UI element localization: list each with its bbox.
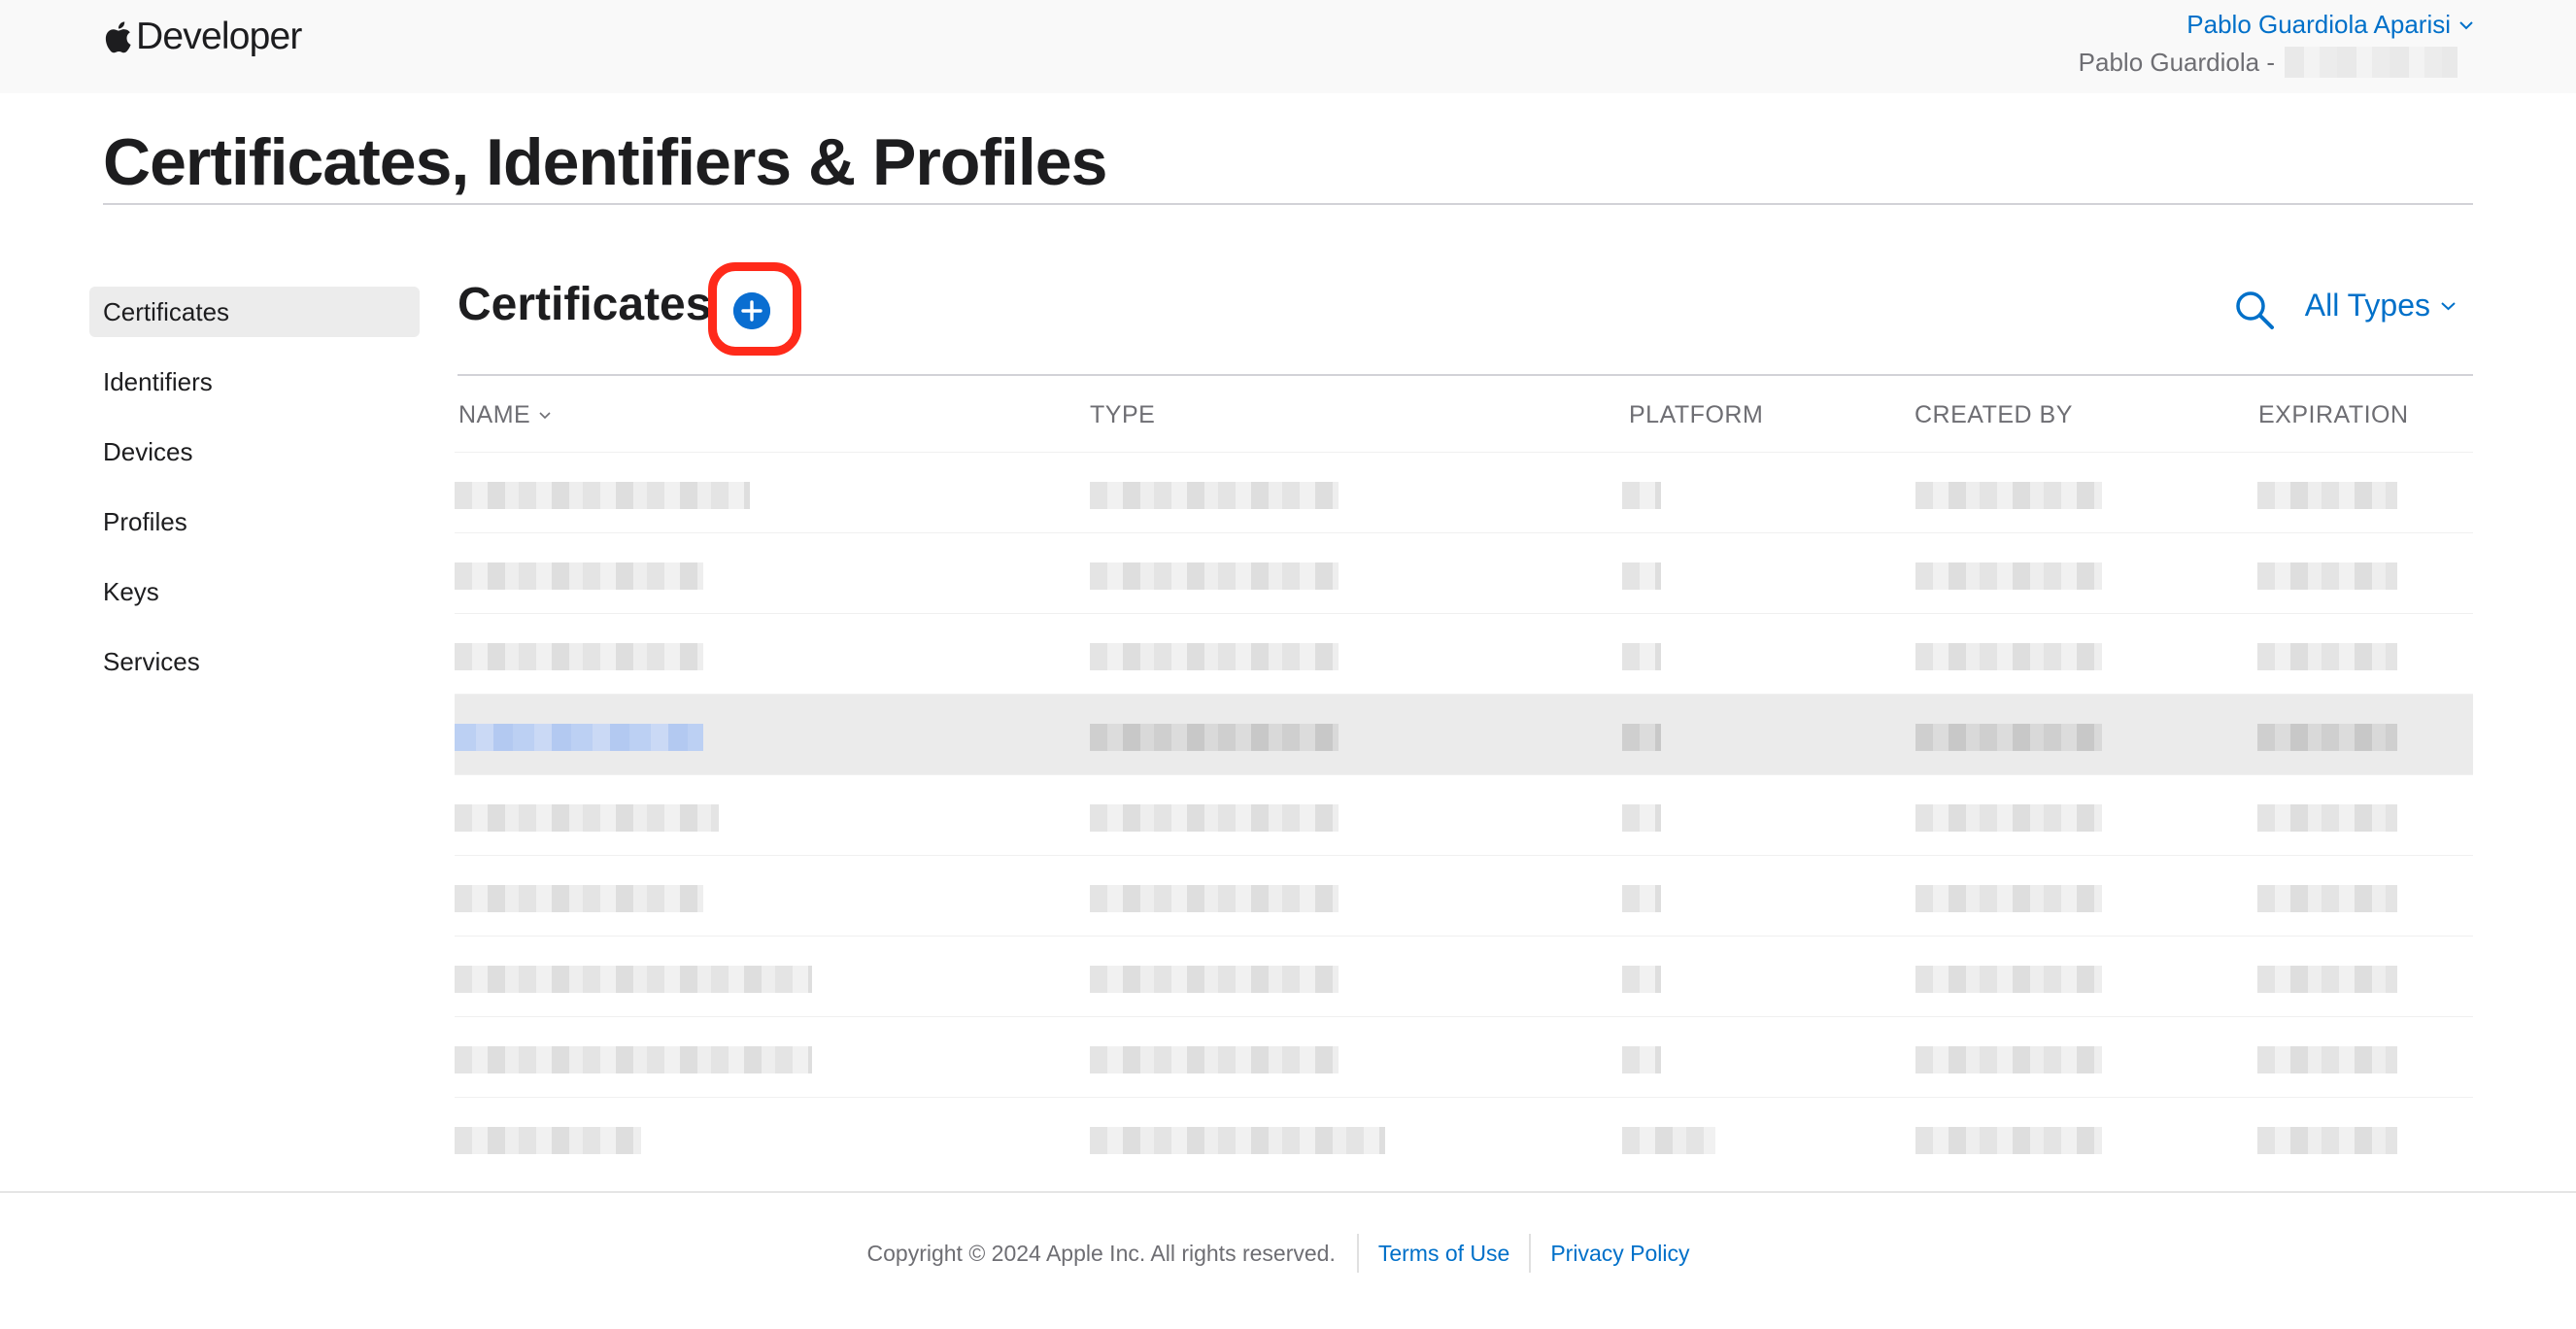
redacted-created-by-cell (1915, 804, 2102, 832)
column-header-platform[interactable]: PLATFORM (1629, 401, 1763, 429)
redacted-name-cell[interactable] (455, 1046, 812, 1073)
redacted-name-cell[interactable] (455, 562, 703, 590)
redacted-expiration-cell (2257, 482, 2397, 509)
chevron-down-icon (2441, 301, 2456, 310)
sidebar-item-services[interactable]: Services (89, 636, 420, 687)
privacy-policy-link[interactable]: Privacy Policy (1531, 1241, 1709, 1267)
column-header-label: NAME (458, 401, 531, 428)
redacted-name-cell[interactable] (455, 966, 812, 993)
sidebar-item-keys[interactable]: Keys (89, 566, 420, 617)
redacted-name-cell[interactable] (455, 1127, 641, 1154)
search-icon[interactable] (2234, 290, 2275, 330)
table-row[interactable] (455, 855, 2473, 936)
redacted-type-cell (1090, 804, 1339, 832)
column-header-name[interactable]: NAME (458, 401, 552, 429)
redacted-platform-cell (1622, 724, 1661, 751)
redacted-name-link[interactable] (455, 724, 703, 751)
table-row[interactable] (455, 452, 2473, 532)
table-row[interactable] (455, 532, 2473, 613)
column-header-label: TYPE (1090, 401, 1156, 428)
redacted-created-by-cell (1915, 1046, 2102, 1073)
table-row[interactable] (455, 1097, 2473, 1177)
page-title: Certificates, Identifiers & Profiles (103, 125, 1107, 199)
sidebar-item-profiles[interactable]: Profiles (89, 496, 420, 547)
team-label: Pablo Guardiola - (2078, 47, 2275, 77)
team-selector: Pablo Guardiola - (2079, 47, 2457, 78)
section-title: Certificates (458, 279, 712, 330)
redacted-platform-cell (1622, 804, 1661, 832)
terms-of-use-link[interactable]: Terms of Use (1359, 1241, 1529, 1267)
plus-circle-icon (733, 292, 770, 329)
table-row-highlighted[interactable] (455, 694, 2473, 774)
redacted-created-by-cell (1915, 724, 2102, 751)
redacted-type-cell (1090, 482, 1339, 509)
apple-logo-icon (105, 21, 131, 53)
redacted-expiration-cell (2257, 562, 2397, 590)
sidebar-item-certificates[interactable]: Certificates (89, 287, 420, 337)
redacted-type-cell (1090, 1127, 1385, 1154)
redacted-type-cell (1090, 562, 1339, 590)
redacted-type-cell (1090, 1046, 1339, 1073)
column-header-label: EXPIRATION (2258, 401, 2409, 428)
type-filter-dropdown[interactable]: All Types (2305, 288, 2457, 324)
column-header-label: PLATFORM (1629, 401, 1764, 428)
redacted-platform-cell (1622, 643, 1661, 670)
table-row[interactable] (455, 936, 2473, 1016)
top-bar: Developer Pablo Guardiola Aparisi Pablo … (0, 0, 2576, 93)
table-row[interactable] (455, 774, 2473, 855)
redacted-created-by-cell (1915, 562, 2102, 590)
developer-brand[interactable]: Developer (103, 16, 302, 58)
copyright-text: Copyright © 2024 Apple Inc. All rights r… (866, 1240, 1336, 1266)
footer: Copyright © 2024 Apple Inc. All rights r… (0, 1234, 2576, 1273)
redacted-expiration-cell (2257, 804, 2397, 832)
redacted-expiration-cell (2257, 885, 2397, 912)
redacted-expiration-cell (2257, 1127, 2397, 1154)
redacted-type-cell (1090, 643, 1339, 670)
redacted-platform-cell (1622, 482, 1661, 509)
redacted-created-by-cell (1915, 1127, 2102, 1154)
redacted-platform-cell (1622, 1127, 1715, 1154)
redacted-expiration-cell (2257, 1046, 2397, 1073)
header-divider (458, 374, 2473, 376)
column-header-label: CREATED BY (1915, 401, 2073, 428)
redacted-platform-cell (1622, 885, 1661, 912)
redacted-type-cell (1090, 966, 1339, 993)
chevron-down-icon (539, 412, 551, 420)
sidebar-item-identifiers[interactable]: Identifiers (89, 357, 420, 407)
title-divider (103, 203, 2473, 205)
redacted-expiration-cell (2257, 724, 2397, 751)
brand-text: Developer (136, 16, 302, 57)
type-filter-label: All Types (2304, 288, 2430, 323)
certificates-table (455, 452, 2473, 1177)
redacted-expiration-cell (2257, 643, 2397, 670)
redacted-created-by-cell (1915, 643, 2102, 670)
redacted-team-id (2285, 47, 2457, 78)
redacted-name-cell[interactable] (455, 804, 719, 832)
column-header-type[interactable]: TYPE (1090, 401, 1155, 429)
redacted-name-cell[interactable] (455, 643, 703, 670)
column-header-created-by[interactable]: CREATED BY (1915, 401, 2073, 429)
chevron-down-icon (2459, 20, 2473, 29)
account-name-label: Pablo Guardiola Aparisi (2186, 10, 2451, 39)
column-header-expiration[interactable]: EXPIRATION (2258, 401, 2409, 429)
account-menu[interactable]: Pablo Guardiola Aparisi (2186, 10, 2474, 40)
table-row[interactable] (455, 613, 2473, 694)
redacted-type-cell (1090, 724, 1339, 751)
redacted-platform-cell (1622, 1046, 1661, 1073)
sidebar-item-devices[interactable]: Devices (89, 426, 420, 477)
redacted-created-by-cell (1915, 885, 2102, 912)
redacted-type-cell (1090, 885, 1339, 912)
redacted-name-cell[interactable] (455, 885, 703, 912)
redacted-platform-cell (1622, 966, 1661, 993)
add-certificate-button[interactable] (733, 292, 770, 329)
redacted-name-cell[interactable] (455, 482, 750, 509)
table-row[interactable] (455, 1016, 2473, 1097)
redacted-platform-cell (1622, 562, 1661, 590)
redacted-created-by-cell (1915, 482, 2102, 509)
redacted-expiration-cell (2257, 966, 2397, 993)
sidebar: Certificates Identifiers Devices Profile… (89, 287, 420, 706)
redacted-created-by-cell (1915, 966, 2102, 993)
